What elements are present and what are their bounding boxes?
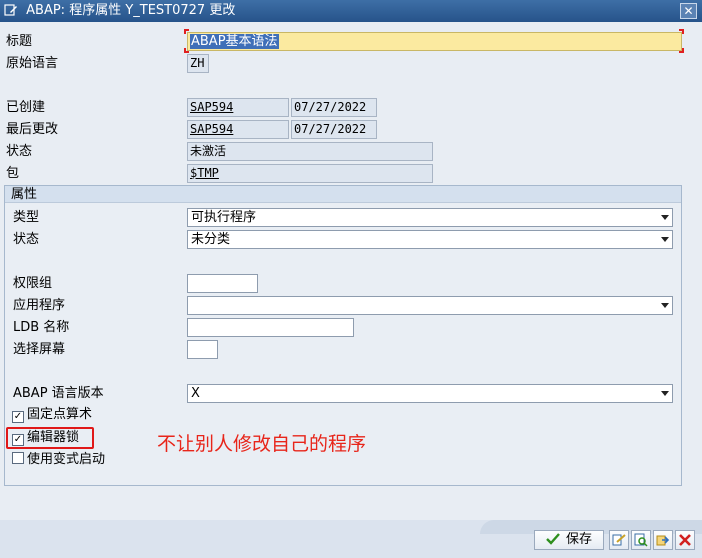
attr-status-label: 状态 <box>13 232 40 247</box>
close-window-button[interactable]: ✕ <box>680 3 697 19</box>
orig-lang-label: 原始语言 <box>6 56 59 71</box>
attr-status-value: 未分类 <box>191 232 231 247</box>
fixed-point-label: 固定点算术 <box>27 407 93 422</box>
created-date-field: 07/27/2022 <box>291 98 377 117</box>
display-object-list-button[interactable] <box>631 530 651 550</box>
attr-status-dropdown[interactable]: 未分类 <box>187 230 673 249</box>
variant-start-row[interactable]: 使用变式启动 <box>12 452 105 468</box>
created-user-field[interactable]: SAP594 <box>187 98 289 117</box>
transfer-icon <box>654 533 672 547</box>
focus-corner-bl <box>184 48 189 53</box>
save-label: 保存 <box>565 532 592 547</box>
abap-version-dropdown[interactable]: X <box>187 384 673 403</box>
variant-start-checkbox[interactable] <box>12 452 24 464</box>
search-document-icon <box>632 533 650 547</box>
window-titlebar: ABAP: 程序属性 Y_TEST0727 更改 ✕ <box>0 0 702 22</box>
fixed-point-checkbox[interactable]: ✓ <box>12 411 24 423</box>
changed-user-value: SAP594 <box>190 122 234 136</box>
fixed-point-row[interactable]: ✓ 固定点算术 <box>12 407 92 423</box>
ldb-label: LDB 名称 <box>13 320 70 335</box>
auth-group-input[interactable] <box>187 274 258 293</box>
ldb-input[interactable] <box>187 318 354 337</box>
changed-label: 最后更改 <box>6 122 59 137</box>
focus-corner-tr <box>679 29 684 34</box>
chevron-down-icon[interactable] <box>661 303 669 308</box>
status-field: 未激活 <box>187 142 433 161</box>
selscreen-label: 选择屏幕 <box>13 342 66 357</box>
title-value: ABAP基本语法 <box>190 34 279 49</box>
save-button[interactable]: 保存 <box>534 530 604 550</box>
type-value: 可执行程序 <box>191 210 257 225</box>
created-user-value: SAP594 <box>190 100 234 114</box>
orig-lang-field: ZH <box>187 54 209 73</box>
variant-start-label: 使用变式启动 <box>27 452 106 467</box>
focus-corner-tl <box>184 29 189 34</box>
changed-date-value: 07/27/2022 <box>294 122 367 136</box>
transfer-button[interactable] <box>653 530 673 550</box>
annotation-text: 不让别人修改自己的程序 <box>157 433 367 455</box>
window-title: ABAP: 程序属性 Y_TEST0727 更改 <box>26 3 236 18</box>
annotation-highlight-box <box>6 427 94 449</box>
package-value: $TMP <box>190 166 219 180</box>
chevron-down-icon[interactable] <box>661 215 669 220</box>
title-label: 标题 <box>6 34 33 49</box>
cancel-button[interactable] <box>675 530 695 550</box>
chevron-down-icon[interactable] <box>661 391 669 396</box>
cancel-icon <box>676 533 694 547</box>
check-syntax-button[interactable] <box>609 530 629 550</box>
status-value: 未激活 <box>190 144 227 158</box>
title-input[interactable]: ABAP基本语法 <box>187 32 682 51</box>
auth-group-label: 权限组 <box>13 276 53 291</box>
changed-user-field[interactable]: SAP594 <box>187 120 289 139</box>
edit-document-icon <box>4 2 18 16</box>
chevron-down-icon[interactable] <box>661 237 669 242</box>
application-label: 应用程序 <box>13 298 66 313</box>
created-label: 已创建 <box>6 100 46 115</box>
check-icon <box>546 531 560 545</box>
created-date-value: 07/27/2022 <box>294 100 367 114</box>
check-syntax-icon <box>610 533 628 547</box>
abap-version-label: ABAP 语言版本 <box>13 386 104 401</box>
orig-lang-value: ZH <box>190 56 205 70</box>
package-field[interactable]: $TMP <box>187 164 433 183</box>
application-dropdown[interactable] <box>187 296 673 315</box>
focus-corner-br <box>679 48 684 53</box>
package-label: 包 <box>6 166 20 181</box>
close-icon: ✕ <box>683 4 694 18</box>
abap-version-value: X <box>191 386 200 401</box>
attributes-header: 属性 <box>5 186 681 203</box>
selscreen-input[interactable] <box>187 340 218 359</box>
type-label: 类型 <box>13 210 40 225</box>
type-dropdown[interactable]: 可执行程序 <box>187 208 673 227</box>
status-label: 状态 <box>6 144 33 159</box>
changed-date-field: 07/27/2022 <box>291 120 377 139</box>
